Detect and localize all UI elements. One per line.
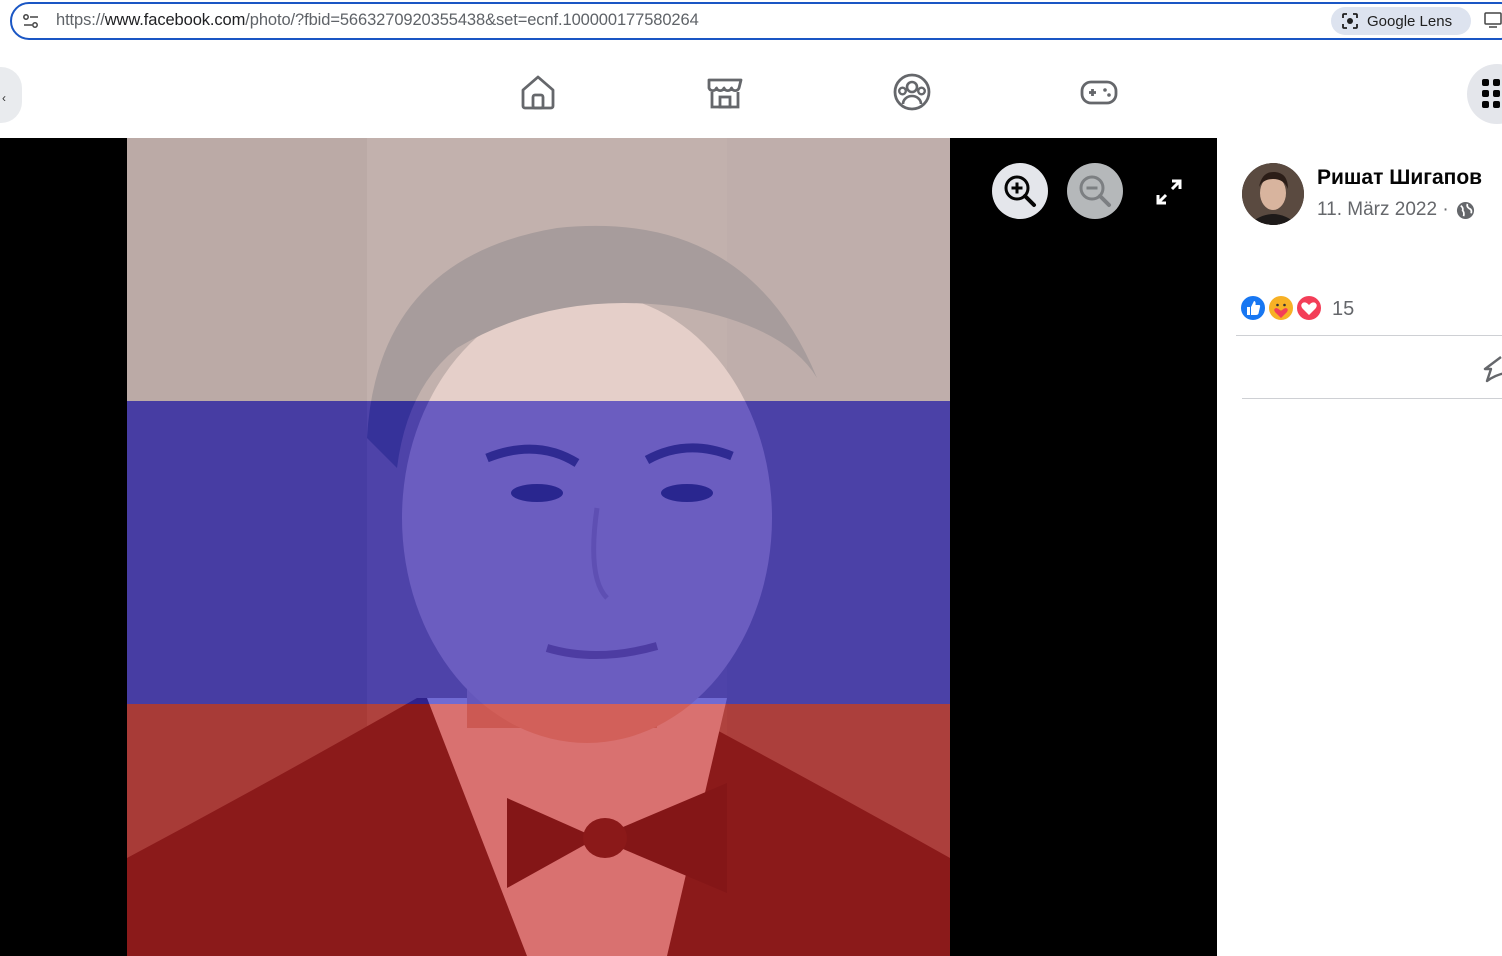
care-reaction-icon [1267, 294, 1295, 322]
menu-button[interactable] [1467, 64, 1502, 124]
grid-menu-icon [1482, 79, 1500, 108]
zoom-in-button[interactable] [992, 163, 1048, 219]
zoom-out-button[interactable] [1067, 163, 1123, 219]
reaction-count[interactable]: 15 [1332, 298, 1354, 321]
url-path: /photo/?fbid=5663270920355438&set=ecnf.1… [245, 11, 699, 29]
flag-red-stripe [127, 704, 950, 956]
url-host: www.facebook.com [104, 11, 246, 29]
post-sidebar: Ришат Шигапов 11. März 2022 · 15 [1217, 138, 1502, 956]
back-button[interactable]: ‹ [0, 67, 22, 123]
share-icon[interactable] [1481, 353, 1502, 383]
flag-white-stripe [127, 138, 950, 401]
home-icon[interactable] [518, 72, 558, 112]
flag-blue-stripe [127, 401, 950, 704]
site-info-icon[interactable] [22, 12, 40, 30]
photo-viewer [0, 138, 1217, 956]
love-reaction-icon [1295, 294, 1323, 322]
globe-icon [1456, 201, 1475, 220]
groups-icon[interactable] [892, 72, 932, 112]
google-lens-button[interactable]: Google Lens [1331, 7, 1471, 35]
fullscreen-icon[interactable] [1155, 178, 1183, 206]
like-reaction-icon [1239, 294, 1267, 322]
cast-icon[interactable] [1484, 11, 1502, 29]
author-name[interactable]: Ришат Шигапов [1317, 166, 1482, 190]
browser-address-bar: https://www.facebook.com/photo/?fbid=566… [0, 0, 1502, 46]
reactions-summary[interactable] [1239, 294, 1339, 322]
marketplace-icon[interactable] [705, 72, 745, 112]
zoom-in-icon [1004, 175, 1036, 207]
post-date[interactable]: 11. März 2022 · [1317, 199, 1449, 221]
divider [1242, 398, 1502, 399]
divider [1236, 335, 1502, 336]
url-scheme: https:// [56, 11, 105, 29]
avatar-image [1242, 163, 1304, 225]
gaming-icon[interactable] [1079, 72, 1119, 112]
zoom-out-icon [1079, 175, 1111, 207]
back-glyph: ‹ [2, 91, 6, 105]
url-text[interactable]: https://www.facebook.com/photo/?fbid=566… [56, 11, 699, 30]
facebook-top-nav: ‹ [0, 48, 1502, 138]
author-avatar[interactable] [1242, 163, 1304, 225]
profile-photo [127, 138, 950, 956]
google-lens-label: Google Lens [1367, 12, 1453, 30]
lens-icon [1342, 13, 1358, 29]
